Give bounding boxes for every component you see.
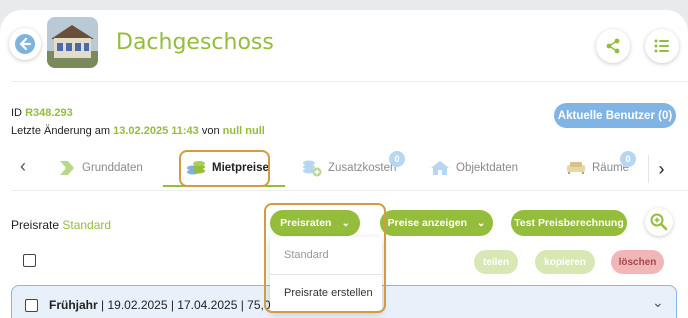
property-thumbnail	[47, 17, 98, 68]
tab-label: Objektdaten	[456, 162, 519, 174]
tabs-next-arrow[interactable]: ›	[648, 155, 674, 183]
by-value: null null	[222, 125, 265, 137]
sofa-icon	[566, 161, 586, 175]
chevron-right-icon: ›	[658, 158, 665, 179]
select-all-checkbox[interactable]	[23, 254, 36, 267]
house-icon	[430, 160, 450, 176]
preise-anzeigen-label: Preise anzeigen	[387, 217, 467, 229]
teilen-button[interactable]: teilen	[474, 250, 518, 274]
preisrate-label: Preisrate	[11, 218, 60, 232]
tab-label: Zusatzkosten	[328, 162, 397, 174]
tab-zusatzkosten[interactable]: Zusatzkosten	[302, 151, 396, 185]
tab-bar: Grunddaten Mietpreise Zusatzkosten 0 Obj…	[0, 151, 688, 187]
share-icon	[606, 38, 620, 54]
current-users-button[interactable]: Aktuelle Benutzer (0)	[554, 103, 676, 128]
tab-objektdaten[interactable]: Objektdaten	[430, 151, 518, 185]
zusatzkosten-badge: 0	[389, 151, 405, 167]
row-checkbox[interactable]	[25, 299, 38, 312]
highlight-mietpreise	[179, 150, 270, 187]
share-button[interactable]	[596, 29, 630, 63]
divider	[11, 81, 688, 82]
last-change-label: Letzte Änderung am	[11, 125, 111, 137]
row-text: Frühjahr | 19.02.2025 | 17.04.2025 | 75,…	[49, 298, 277, 312]
list-icon	[654, 39, 669, 53]
kopieren-button[interactable]: kopieren	[535, 250, 595, 274]
zoom-in-icon	[650, 213, 668, 231]
last-change-line: Letzte Änderung am 13.02.2025 11:43 von …	[11, 125, 265, 137]
divider	[11, 190, 688, 191]
id-line: ID R348.293	[11, 107, 73, 119]
preisrate-value: Standard	[62, 218, 112, 232]
chevron-down-icon[interactable]: ⌄	[652, 294, 664, 311]
tab-grunddaten[interactable]: Grunddaten	[58, 151, 143, 185]
test-preisberechnung-button[interactable]: Test Preisberechnung	[511, 210, 627, 236]
menu-list-button[interactable]	[645, 29, 679, 63]
arrow-left-icon	[15, 34, 35, 54]
zoom-button[interactable]	[645, 208, 673, 236]
page-title: Dachgeschoss	[116, 30, 274, 55]
coins-add-icon	[302, 159, 322, 177]
preise-anzeigen-button[interactable]: Preise anzeigen ⌄	[380, 210, 493, 236]
by-label: von	[201, 125, 220, 137]
preisrate-line: Preisrate Standard	[11, 218, 111, 232]
loeschen-button[interactable]: löschen	[611, 250, 664, 274]
highlight-preisraten	[264, 203, 386, 313]
row-name: Frühjahr	[49, 298, 98, 312]
back-button[interactable]	[9, 28, 41, 60]
chevron-down-icon: ⌄	[476, 217, 486, 229]
raeume-badge: 0	[620, 151, 636, 167]
id-label: ID	[11, 107, 22, 119]
last-change-date: 13.02.2025 11:43	[113, 125, 199, 137]
row-details: | 19.02.2025 | 17.04.2025 | 75,00	[101, 298, 278, 312]
id-value: R348.293	[25, 107, 73, 119]
grunddaten-icon	[58, 160, 76, 176]
tab-label: Grunddaten	[82, 162, 143, 174]
